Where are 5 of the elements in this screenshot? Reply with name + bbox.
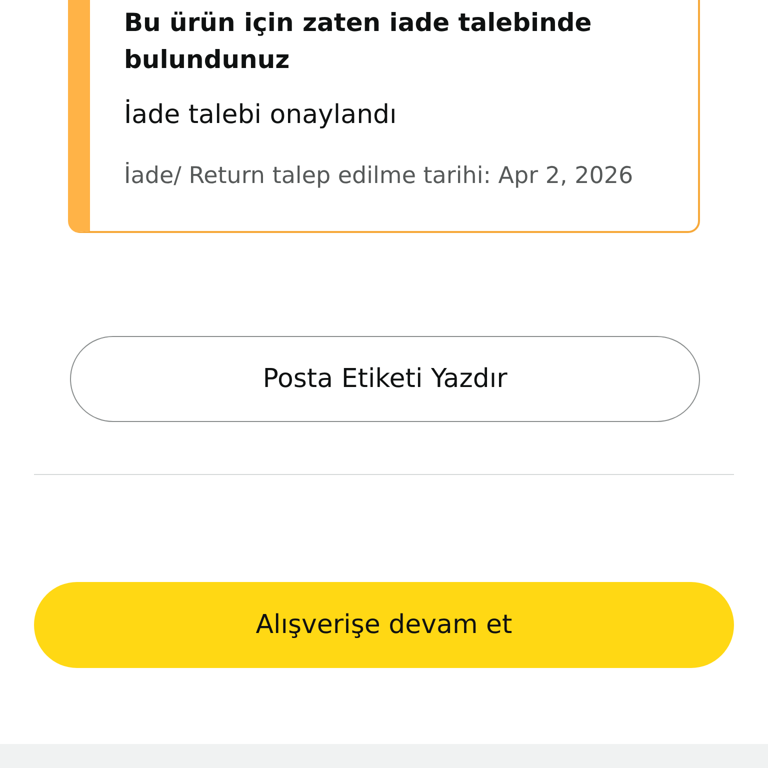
request-date-text: İade/ Return talep edilme tarihi: Apr 2, 2026 (124, 161, 634, 191)
notice-title: Bu ürün için zaten iade talebinde bulundunuz (124, 7, 593, 76)
status-text: İade talebi onaylandı (124, 98, 398, 132)
print-label-button[interactable]: Posta Etiketi Yazdır (70, 336, 700, 422)
continue-shopping-button[interactable]: Alışverişe devam et (34, 582, 734, 668)
